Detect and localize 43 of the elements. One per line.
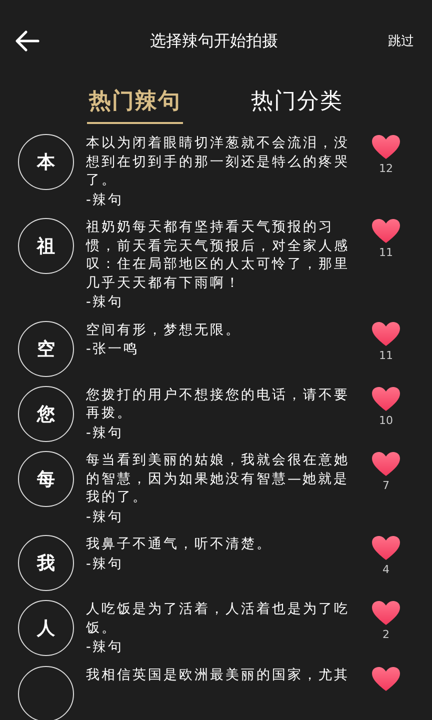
quote-text: 祖奶奶每天都有坚持看天气预报的习惯，前天看完天气预报后，对全家人感叹：住在局部地区的人太可怜了，那里几乎天天都有下雨啊！	[86, 218, 350, 292]
heart-icon[interactable]	[371, 451, 401, 477]
page-title: 选择辣句开始拍摄	[149, 30, 279, 52]
letter-avatar: 祖	[18, 218, 74, 274]
letter-avatar: 空	[18, 320, 74, 376]
quote-text: 每当看到美丽的姑娘，我就会很在意她的智慧，因为如果她没有智慧—她就是我的了。	[86, 451, 350, 506]
quote-text: 人吃饭是为了活着，人活着也是为了吃饭。	[86, 600, 350, 637]
like-count: 2	[382, 628, 390, 641]
like-count: 7	[382, 479, 390, 492]
heart-icon[interactable]	[371, 386, 401, 412]
heart-icon[interactable]	[371, 666, 401, 692]
like-count: 4	[382, 563, 390, 576]
skip-button[interactable]: 跳过	[388, 32, 414, 50]
like-count: 12	[379, 162, 393, 175]
quote-source: -辣句	[86, 638, 124, 656]
letter-avatar: 我	[18, 535, 74, 591]
quote-text: 本以为闭着眼睛切洋葱就不会流泪，没想到在切到手的那一刻还是特么的疼哭了。	[86, 134, 350, 190]
heart-icon[interactable]	[371, 218, 401, 244]
letter-avatar: 人	[18, 600, 74, 656]
quote-source: -辣句	[86, 554, 124, 573]
quote-source: -辣句	[86, 190, 124, 209]
heart-icon[interactable]	[371, 600, 401, 626]
back-arrow-icon[interactable]	[14, 30, 40, 52]
letter-avatar	[18, 666, 74, 720]
letter-avatar: 您	[18, 386, 74, 442]
letter-avatar: 每	[18, 451, 74, 507]
heart-icon[interactable]	[371, 535, 401, 561]
letter-avatar: 本	[18, 134, 74, 190]
quote-source: -辣句	[86, 508, 124, 526]
heart-icon[interactable]	[371, 320, 401, 346]
quote-text: 我相信英国是欧洲最美丽的国家，尤其	[86, 666, 350, 684]
quote-text: 空间有形，梦想无限。	[86, 320, 242, 339]
category-tab[interactable]: 热门辣句	[87, 86, 183, 124]
quote-text: 您拨打的用户不想接您的电话，请不要再拨。	[86, 386, 350, 422]
like-count: 10	[379, 414, 393, 426]
category-tab[interactable]: 热门分类	[249, 86, 345, 124]
like-count: 11	[379, 246, 393, 259]
quote-source: -辣句	[86, 424, 124, 442]
quote-source: -张一鸣	[86, 340, 140, 358]
like-count: 11	[379, 348, 393, 362]
quote-source: -辣句	[86, 293, 124, 312]
quote-text: 我鼻子不通气，听不清楚。	[86, 535, 273, 554]
heart-icon[interactable]	[371, 134, 401, 160]
